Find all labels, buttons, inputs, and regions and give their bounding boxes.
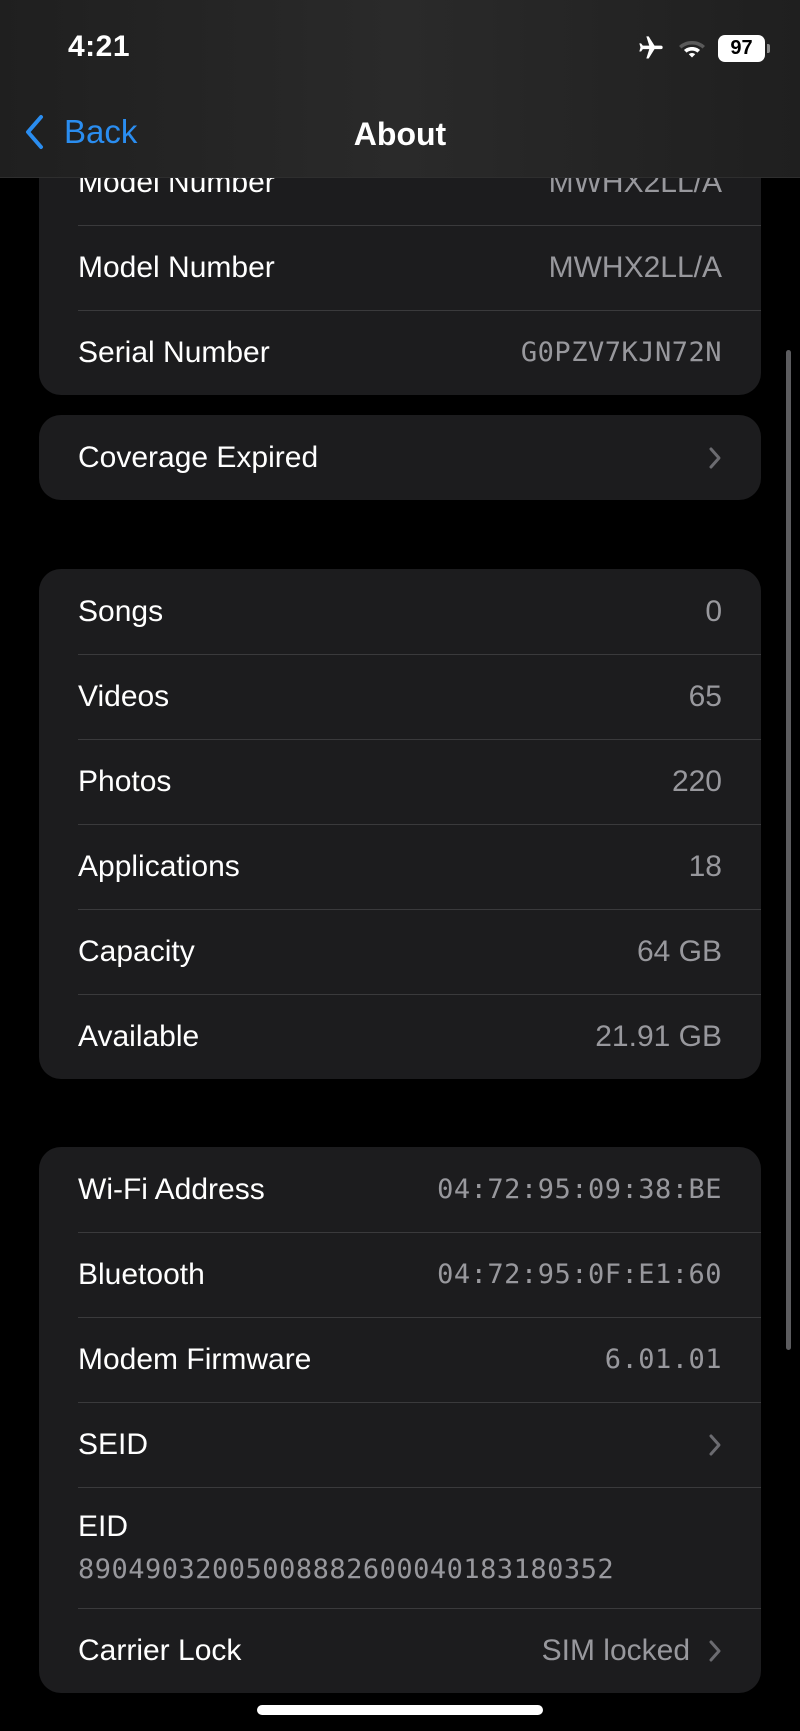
list-item-wifi-address: Wi-Fi Address 04:72:95:09:38:BE <box>39 1147 761 1232</box>
list-item-serial-number: Serial Number G0PZV7KJN72N <box>39 310 761 395</box>
row-label: Bluetooth <box>78 1257 205 1291</box>
row-label: Applications <box>78 849 240 883</box>
battery-icon: 97 <box>718 34 770 62</box>
row-label: Model Number <box>78 250 275 284</box>
row-value[interactable]: 6.01.01 <box>605 1344 722 1375</box>
wifi-icon <box>678 37 706 59</box>
network-info-card: Wi-Fi Address 04:72:95:09:38:BE Bluetoot… <box>39 1147 761 1693</box>
row-label: Carrier Lock <box>78 1633 242 1667</box>
row-label: Coverage Expired <box>78 440 319 474</box>
row-value: 21.91 GB <box>595 1019 722 1053</box>
row-right: SIM locked <box>542 1634 722 1668</box>
chevron-right-icon <box>708 1639 722 1663</box>
list-item-eid: EID 89049032005008882600040183180352 <box>39 1487 761 1608</box>
navigation-header: 4:21 97 Back About <box>0 0 800 178</box>
battery-level: 97 <box>718 34 765 62</box>
row-value[interactable]: MWHX2LL/A <box>549 251 722 285</box>
media-stats-card: Songs 0 Videos 65 Photos 220 Application… <box>39 569 761 1079</box>
list-item-model-number: Model Number MWHX2LL/A <box>39 225 761 310</box>
airplane-icon <box>636 34 666 62</box>
row-label: Songs <box>78 594 164 628</box>
row-label: Available <box>78 1019 200 1053</box>
list-item-videos: Videos 65 <box>39 654 761 739</box>
list-item-modem-firmware: Modem Firmware 6.01.01 <box>39 1317 761 1402</box>
page-title: About <box>353 116 447 152</box>
coverage-card: Coverage Expired <box>39 415 761 500</box>
battery-tip <box>767 43 770 53</box>
row-value[interactable]: 89049032005008882600040183180352 <box>78 1554 614 1585</box>
row-value[interactable]: 04:72:95:0F:E1:60 <box>437 1259 722 1290</box>
row-value: 220 <box>671 764 722 798</box>
list-item-applications: Applications 18 <box>39 824 761 909</box>
carrier-lock-row[interactable]: Carrier Lock SIM locked <box>39 1608 761 1693</box>
row-value: 64 GB <box>636 934 722 968</box>
row-label: SEID <box>78 1427 149 1461</box>
list-item-capacity: Capacity 64 GB <box>39 909 761 994</box>
chevron-right-icon <box>708 1433 722 1457</box>
chevron-right-icon <box>708 446 722 470</box>
row-label: Photos <box>78 764 172 798</box>
list-item-available: Available 21.91 GB <box>39 994 761 1079</box>
list-item-bluetooth: Bluetooth 04:72:95:0F:E1:60 <box>39 1232 761 1317</box>
row-label: Wi-Fi Address <box>78 1172 265 1206</box>
status-time: 4:21 <box>68 30 131 63</box>
row-label: EID <box>78 1510 129 1543</box>
row-value[interactable]: 04:72:95:09:38:BE <box>437 1174 722 1205</box>
status-icons: 97 <box>636 34 770 62</box>
scrollbar[interactable] <box>786 350 791 1350</box>
row-value: 0 <box>705 594 722 628</box>
row-label: Modem Firmware <box>78 1342 312 1376</box>
row-value[interactable]: G0PZV7KJN72N <box>521 337 722 368</box>
list-item-photos: Photos 220 <box>39 739 761 824</box>
row-value: 65 <box>688 679 722 713</box>
coverage-row[interactable]: Coverage Expired <box>39 415 761 500</box>
list-item-songs: Songs 0 <box>39 569 761 654</box>
seid-row[interactable]: SEID <box>39 1402 761 1487</box>
row-value: 18 <box>688 849 722 883</box>
row-label: Capacity <box>78 934 195 968</box>
row-value: SIM locked <box>541 1633 690 1667</box>
home-indicator[interactable] <box>257 1705 543 1715</box>
device-info-card: Model Number MWHX2LL/A Model Number MWHX… <box>39 140 761 395</box>
row-label: Videos <box>78 679 170 713</box>
row-label: Serial Number <box>78 335 270 369</box>
